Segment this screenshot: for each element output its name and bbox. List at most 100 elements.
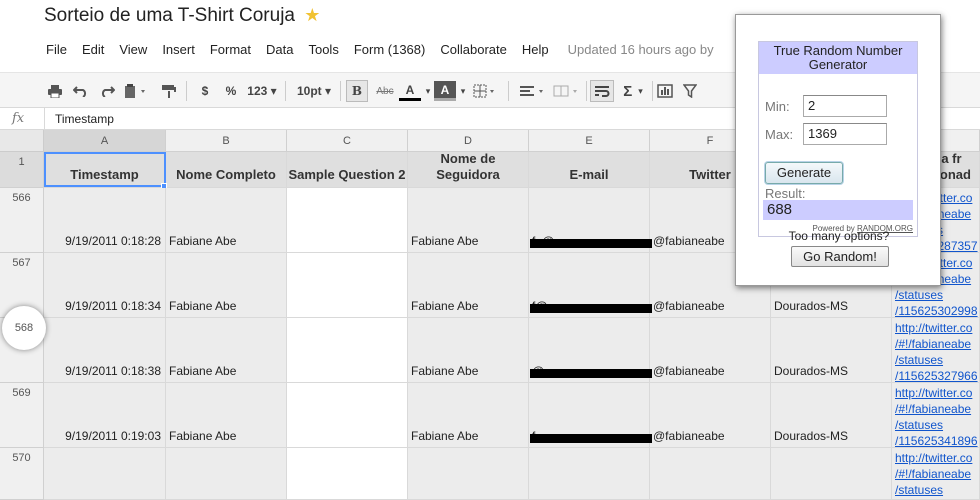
formula-input[interactable]: Timestamp bbox=[55, 112, 114, 126]
menu-format[interactable]: Format bbox=[210, 42, 251, 57]
header-cell-email[interactable]: E-mail bbox=[529, 152, 650, 188]
tweet-link-line[interactable]: /#!/fabianeabe bbox=[895, 336, 977, 352]
sample-question-cell[interactable] bbox=[287, 383, 408, 448]
city-cell[interactable]: Dourados-MS bbox=[771, 318, 892, 383]
sample-question-cell[interactable] bbox=[287, 188, 408, 253]
print-icon[interactable] bbox=[48, 81, 62, 101]
functions-dropdown[interactable]: Σ ▾ bbox=[619, 81, 647, 101]
align-icon[interactable] bbox=[518, 81, 548, 101]
row-header-1[interactable]: 1 bbox=[0, 152, 44, 188]
header-cell-timestamp[interactable]: Timestamp bbox=[44, 152, 166, 188]
menu-view[interactable]: View bbox=[119, 42, 147, 57]
star-icon[interactable]: ★ bbox=[304, 5, 320, 25]
timestamp-cell[interactable]: 9/19/2011 0:18:34 bbox=[44, 253, 166, 318]
menu-tools[interactable]: Tools bbox=[308, 42, 338, 57]
nome-seguidora-cell[interactable]: Fabiane Abe bbox=[408, 253, 529, 318]
twitter-cell[interactable]: @fabianeabe bbox=[650, 318, 771, 383]
column-header-a[interactable]: A bbox=[44, 130, 166, 152]
min-input[interactable]: 2 bbox=[803, 95, 887, 117]
number-format-dropdown[interactable]: 123 ▾ bbox=[245, 81, 279, 101]
nome-seguidora-cell[interactable]: Fabiane Abe bbox=[408, 318, 529, 383]
merge-cells-icon[interactable] bbox=[552, 81, 582, 101]
city-cell[interactable] bbox=[771, 448, 892, 500]
tweet-link-line[interactable]: /statuses bbox=[895, 482, 977, 498]
tweet-link-line[interactable]: /115625341896 bbox=[895, 433, 978, 447]
row-header-569[interactable]: 569 bbox=[0, 383, 44, 448]
tweet-link-cell[interactable]: http://twitter.co/#!/fabianeabe/statuses bbox=[892, 448, 980, 500]
menu-file[interactable]: File bbox=[46, 42, 67, 57]
filter-icon[interactable] bbox=[682, 81, 698, 101]
tweet-link-cell[interactable]: http://twitter.co/#!/fabianeabe/statuses… bbox=[892, 318, 980, 383]
fill-color-button[interactable]: A bbox=[434, 81, 456, 101]
tweet-link-line[interactable]: http://twitter.co bbox=[895, 385, 977, 401]
twitter-cell[interactable]: @fabianeabe bbox=[650, 383, 771, 448]
paint-format-icon[interactable] bbox=[160, 81, 178, 101]
strikethrough-button[interactable]: Abc bbox=[374, 81, 396, 101]
last-updated-text[interactable]: Updated 16 hours ago by bbox=[568, 42, 714, 57]
nome-completo-cell[interactable]: Fabiane Abe bbox=[166, 188, 287, 253]
row-header-566[interactable]: 566 bbox=[0, 188, 44, 253]
wrap-text-icon[interactable] bbox=[590, 80, 614, 102]
currency-format-button[interactable]: $ bbox=[198, 81, 212, 101]
menu-edit[interactable]: Edit bbox=[82, 42, 104, 57]
nome-completo-cell[interactable]: Fabiane Abe bbox=[166, 253, 287, 318]
tweet-link-cell[interactable]: http://twitter.co/#!/fabianeabe/statuses… bbox=[892, 383, 980, 448]
chevron-down-icon[interactable]: ▾ bbox=[458, 81, 468, 101]
menu-data[interactable]: Data bbox=[266, 42, 293, 57]
redo-icon[interactable] bbox=[99, 81, 115, 101]
column-header-b[interactable]: B bbox=[166, 130, 287, 152]
tweet-link-line[interactable]: /115625327966 bbox=[895, 368, 978, 382]
tweet-link-line[interactable]: http://twitter.co bbox=[895, 450, 977, 466]
tweet-link-line[interactable]: /statuses bbox=[895, 417, 977, 433]
sample-question-cell[interactable] bbox=[287, 448, 408, 500]
menu-insert[interactable]: Insert bbox=[162, 42, 195, 57]
chevron-down-icon[interactable]: ▾ bbox=[423, 81, 433, 101]
header-cell-sample-question[interactable]: Sample Question 2 bbox=[287, 152, 408, 188]
column-header-e[interactable]: E bbox=[529, 130, 650, 152]
row-header-570[interactable]: 570 bbox=[0, 448, 44, 500]
go-random-button[interactable]: Go Random! bbox=[791, 246, 889, 267]
chart-icon[interactable] bbox=[656, 81, 674, 101]
tweet-link-line[interactable]: /115625302998 bbox=[895, 303, 978, 317]
timestamp-cell[interactable]: 9/19/2011 0:18:38 bbox=[44, 318, 166, 383]
document-title[interactable]: Sorteio de uma T-Shirt Coruja ★ bbox=[44, 5, 320, 27]
nome-seguidora-cell[interactable] bbox=[408, 448, 529, 500]
tweet-link-line[interactable]: /#!/fabianeabe bbox=[895, 466, 977, 482]
bold-button[interactable]: B bbox=[346, 80, 368, 102]
tweet-link-line[interactable]: /statuses bbox=[895, 287, 977, 303]
nome-completo-cell[interactable]: Fabiane Abe bbox=[166, 318, 287, 383]
menu-form[interactable]: Form (1368) bbox=[354, 42, 426, 57]
header-cell-nome-completo[interactable]: Nome Completo bbox=[166, 152, 287, 188]
column-header-d[interactable]: D bbox=[408, 130, 529, 152]
menu-help[interactable]: Help bbox=[522, 42, 549, 57]
text-color-button[interactable]: A bbox=[399, 81, 421, 101]
twitter-cell[interactable] bbox=[650, 448, 771, 500]
nome-completo-cell[interactable]: Fabiane Abe bbox=[166, 383, 287, 448]
borders-icon[interactable] bbox=[473, 81, 499, 101]
sample-question-cell[interactable] bbox=[287, 318, 408, 383]
menu-collaborate[interactable]: Collaborate bbox=[440, 42, 507, 57]
tweet-link-line[interactable]: /statuses bbox=[895, 352, 977, 368]
percent-format-button[interactable]: % bbox=[224, 81, 238, 101]
generate-button[interactable]: Generate bbox=[765, 162, 843, 184]
timestamp-cell[interactable] bbox=[44, 448, 166, 500]
nome-completo-cell[interactable] bbox=[166, 448, 287, 500]
undo-icon[interactable] bbox=[73, 81, 89, 101]
paste-icon[interactable] bbox=[124, 81, 148, 101]
city-cell[interactable]: Dourados-MS bbox=[771, 383, 892, 448]
timestamp-cell-text: 9/19/2011 0:18:34 bbox=[65, 299, 161, 313]
font-size-dropdown[interactable]: 10pt ▾ bbox=[294, 81, 334, 101]
document-title-text[interactable]: Sorteio de uma T-Shirt Coruja bbox=[44, 5, 295, 26]
header-cell-nome-seguidora[interactable]: Nome de Seguidora bbox=[408, 152, 529, 188]
column-header-c[interactable]: C bbox=[287, 130, 408, 152]
tweet-link-line[interactable]: http://twitter.co bbox=[895, 320, 977, 336]
timestamp-cell[interactable]: 9/19/2011 0:19:03 bbox=[44, 383, 166, 448]
max-input[interactable]: 1369 bbox=[803, 123, 887, 145]
email-cell[interactable] bbox=[529, 448, 650, 500]
select-all-corner[interactable] bbox=[0, 130, 44, 152]
sample-question-cell[interactable] bbox=[287, 253, 408, 318]
tweet-link-line[interactable]: /#!/fabianeabe bbox=[895, 401, 977, 417]
nome-seguidora-cell[interactable]: Fabiane Abe bbox=[408, 383, 529, 448]
timestamp-cell[interactable]: 9/19/2011 0:18:28 bbox=[44, 188, 166, 253]
nome-seguidora-cell[interactable]: Fabiane Abe bbox=[408, 188, 529, 253]
